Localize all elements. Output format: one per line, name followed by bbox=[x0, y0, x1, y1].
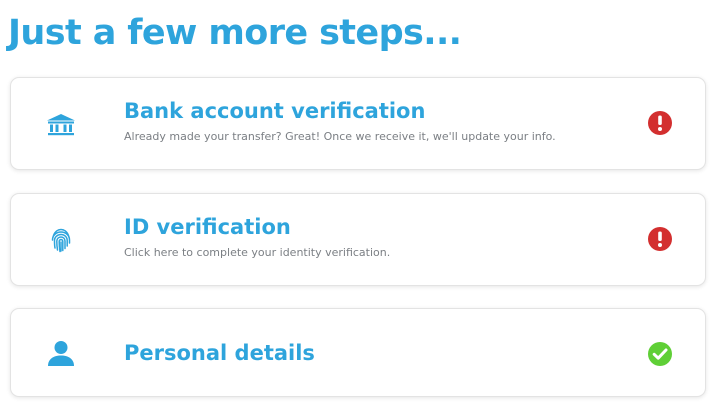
step-title: Bank account verification bbox=[124, 99, 426, 123]
page-title: Just a few more steps... bbox=[8, 13, 462, 53]
bank-icon bbox=[47, 114, 75, 136]
user-icon bbox=[48, 341, 74, 366]
step-card-id-verification[interactable]: ID verification Click here to complete y… bbox=[10, 193, 706, 286]
step-card-bank-account-verification[interactable]: Bank account verification Already made y… bbox=[10, 77, 706, 170]
step-card-personal-details[interactable]: Personal details bbox=[10, 308, 706, 397]
exclamation-circle-icon bbox=[648, 111, 672, 135]
check-circle-icon bbox=[648, 342, 672, 366]
fingerprint-icon bbox=[51, 228, 71, 253]
exclamation-circle-icon bbox=[648, 227, 672, 251]
step-description: Already made your transfer? Great! Once … bbox=[124, 130, 556, 143]
step-title: Personal details bbox=[124, 341, 315, 365]
step-title: ID verification bbox=[124, 215, 291, 239]
step-description: Click here to complete your identity ver… bbox=[124, 246, 391, 259]
